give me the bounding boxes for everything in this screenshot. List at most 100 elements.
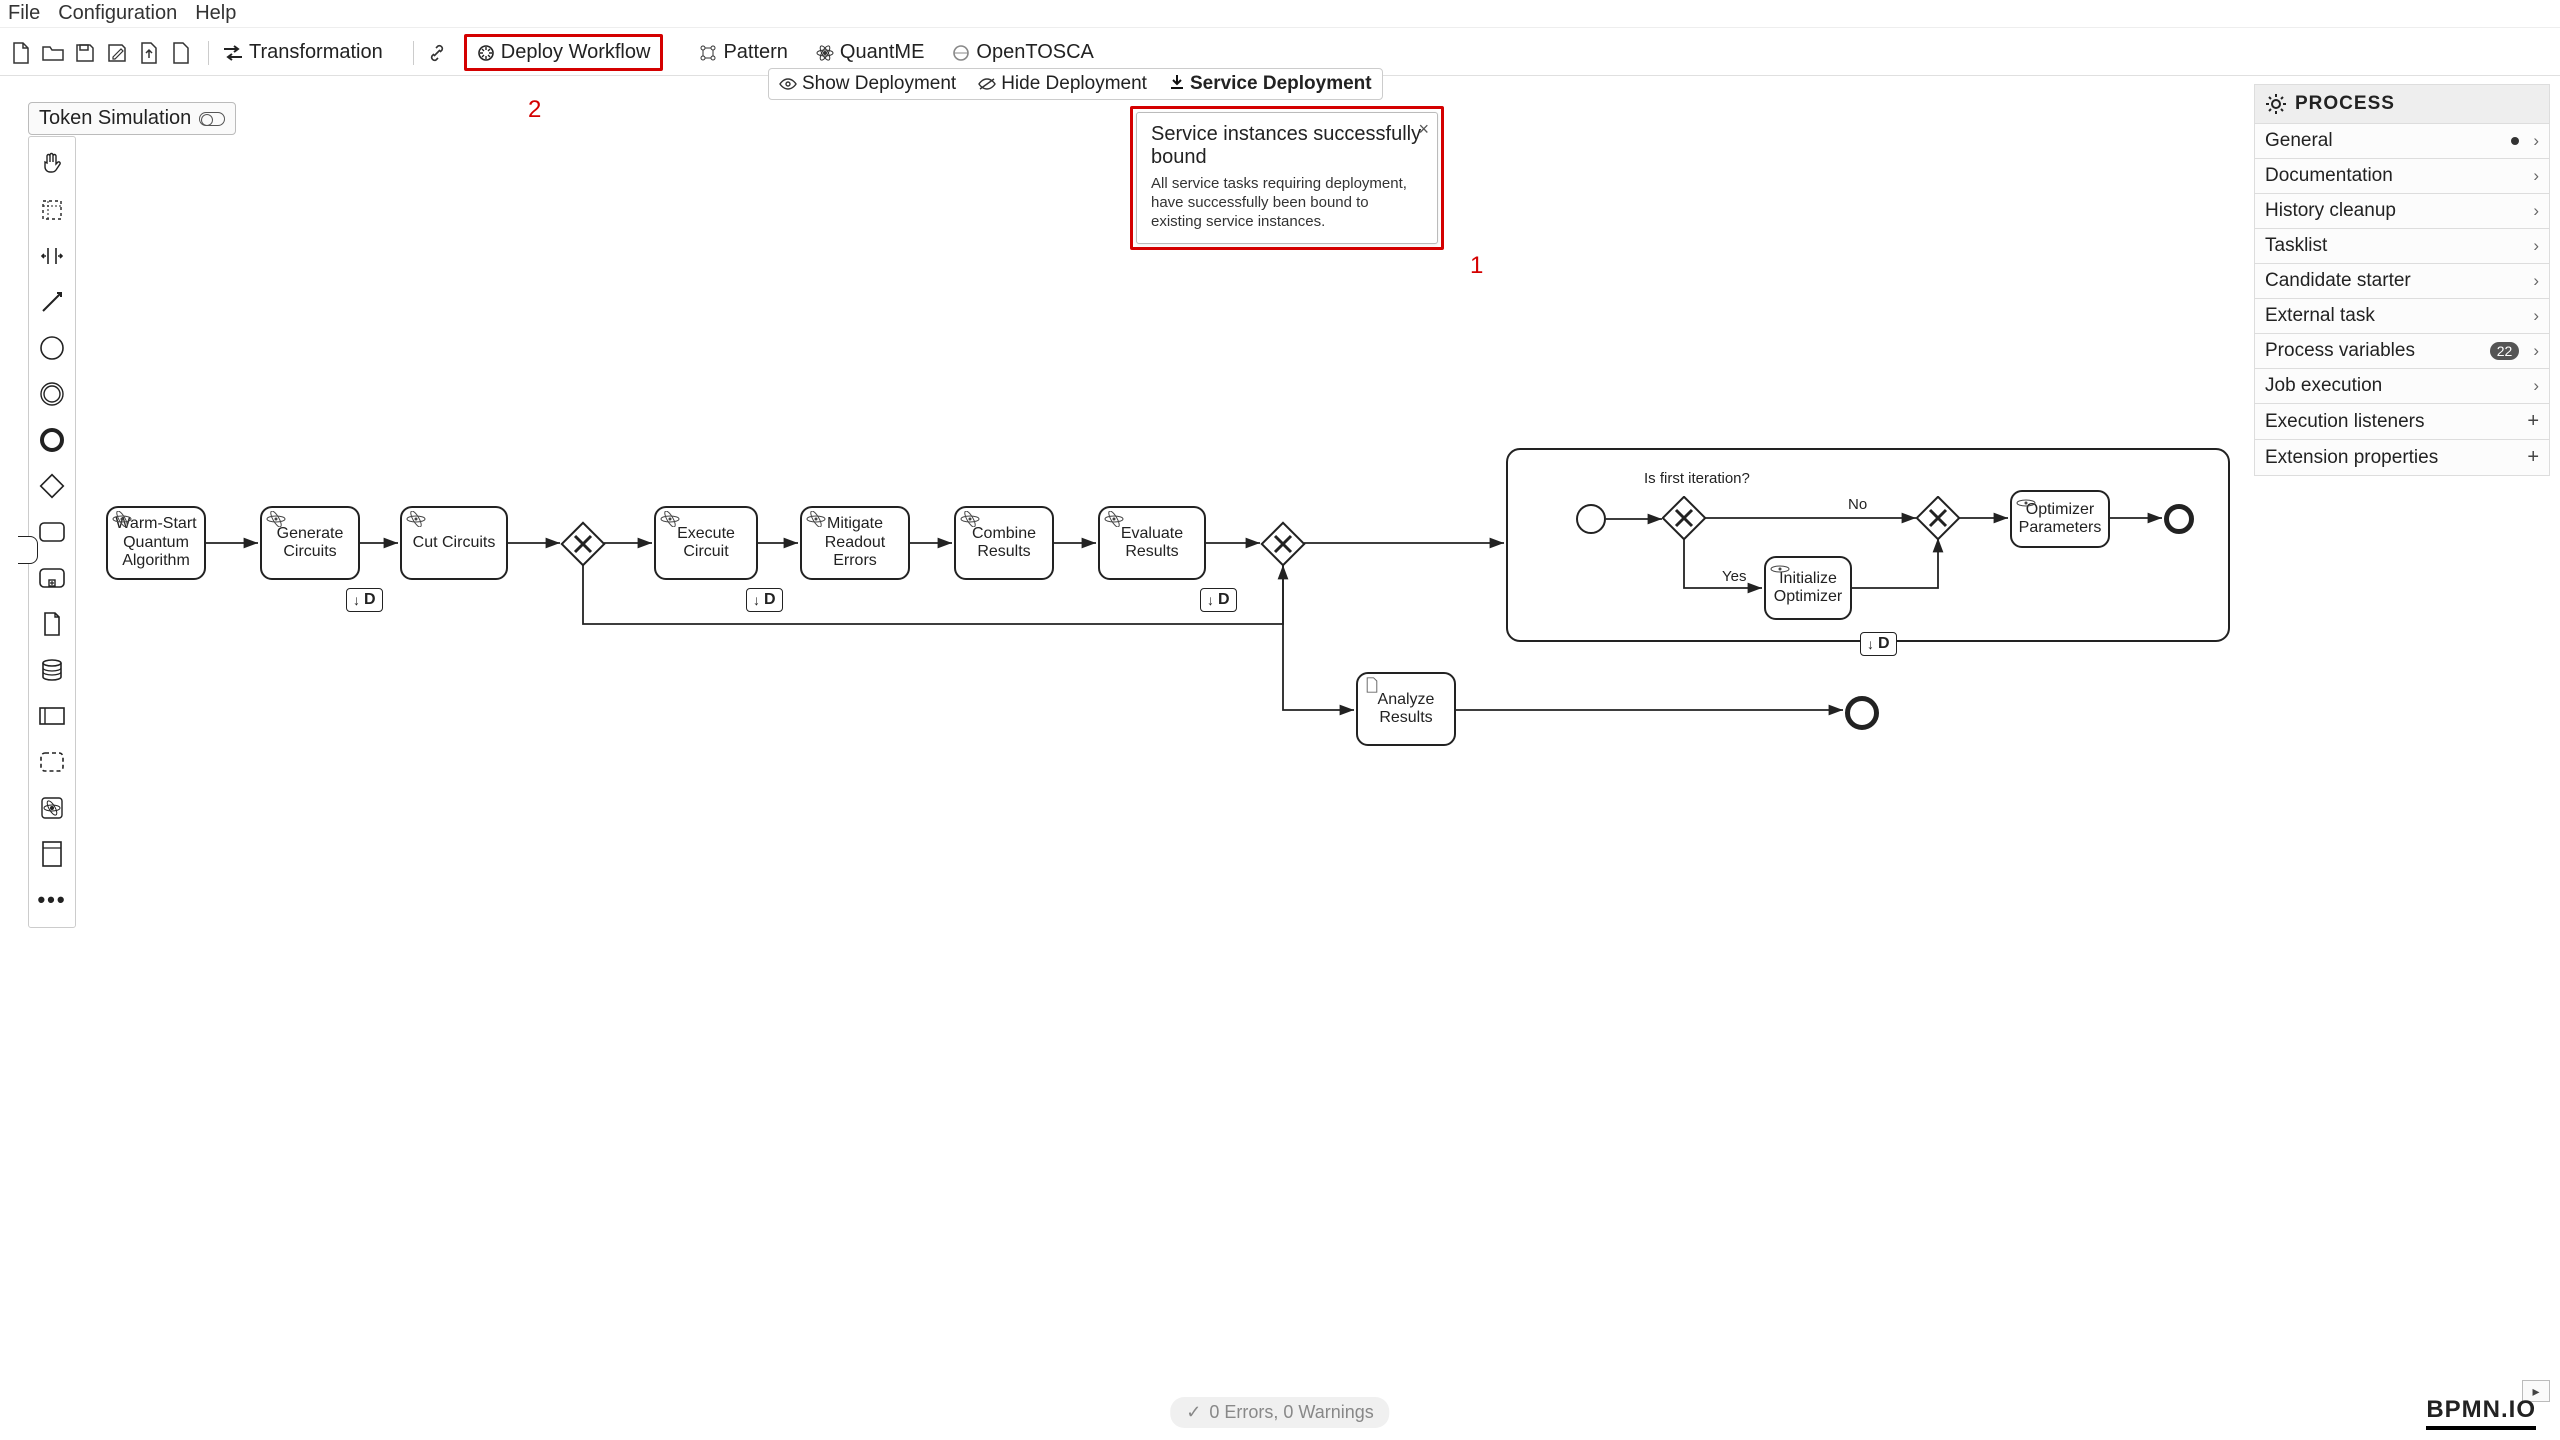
bpmn-io-logo[interactable]: BPMN.IO [2426, 1396, 2536, 1430]
modified-dot-icon [2511, 137, 2519, 145]
eye-off-icon [978, 74, 996, 95]
quantum-element-icon[interactable] [32, 788, 72, 828]
check-icon: ✓ [1186, 1402, 1201, 1423]
task-initialize-optimizer[interactable]: Initialize Optimizer [1764, 556, 1852, 620]
menu-file[interactable]: File [8, 2, 40, 25]
save-icon[interactable] [72, 40, 98, 66]
task-warm-start[interactable]: Warm-Start Quantum Algorithm [106, 506, 206, 580]
label-yes: Yes [1722, 568, 1746, 585]
task-analyze-results[interactable]: Analyze Results [1356, 672, 1456, 746]
deploy-workflow-button[interactable]: Deploy Workflow [464, 34, 664, 71]
token-simulation-toggle[interactable]: Token Simulation [28, 102, 236, 135]
annotation-2: 2 [528, 96, 541, 124]
task-icon[interactable] [32, 512, 72, 552]
prop-row-external[interactable]: External task › [2255, 298, 2549, 333]
task-generate-circuits[interactable]: Generate Circuits [260, 506, 360, 580]
deployment-badge-subprocess[interactable]: ↓D [1860, 632, 1897, 656]
quantum-marker-icon [659, 511, 681, 527]
deployment-badge-eval[interactable]: ↓D [1200, 588, 1237, 612]
chevron-right-icon: › [2533, 271, 2539, 291]
participant-icon[interactable] [32, 834, 72, 874]
plus-icon[interactable]: + [2527, 446, 2539, 469]
hand-tool-icon[interactable] [32, 144, 72, 184]
opentosca-button[interactable]: OpenTOSCA [946, 37, 1099, 68]
end-event-icon[interactable] [32, 420, 72, 460]
save-edit-icon[interactable] [104, 40, 130, 66]
notification-toast: × Service instances successfully bound A… [1136, 112, 1438, 244]
group-icon[interactable] [32, 742, 72, 782]
show-deployment-button[interactable]: Show Deployment [775, 71, 960, 97]
open-folder-icon[interactable] [40, 40, 66, 66]
intermediate-event-icon[interactable] [32, 374, 72, 414]
collapsed-lane-indicator[interactable] [18, 536, 38, 564]
gateway-isfirst[interactable] [1662, 496, 1706, 540]
gear-icon [2265, 93, 2287, 115]
deployment-subtoolbar: Show Deployment Hide Deployment Service … [768, 68, 1383, 100]
prop-row-candidate[interactable]: Candidate starter › [2255, 263, 2549, 298]
toolbar-separator-2 [413, 41, 414, 65]
chevron-right-icon: › [2533, 201, 2539, 221]
close-icon[interactable]: × [1418, 119, 1429, 140]
task-combine-results[interactable]: Combine Results [954, 506, 1054, 580]
prop-row-tasklist[interactable]: Tasklist › [2255, 228, 2549, 263]
quantme-button[interactable]: QuantME [810, 37, 930, 68]
more-tools-icon[interactable]: ••• [32, 880, 72, 920]
lasso-tool-icon[interactable] [32, 190, 72, 230]
pattern-button[interactable]: Pattern [693, 37, 793, 68]
toolbar-separator [208, 41, 209, 65]
upload-icon[interactable] [136, 40, 162, 66]
task-optimizer-params[interactable]: Optimizer Parameters [2010, 490, 2110, 548]
pool-icon[interactable] [32, 696, 72, 736]
document-marker-icon [1361, 677, 1383, 693]
chevron-right-icon: › [2533, 341, 2539, 361]
document-icon[interactable] [168, 40, 194, 66]
properties-panel: PROCESS General › Documentation › Histor… [2254, 84, 2550, 476]
new-file-icon[interactable] [8, 40, 34, 66]
status-bar[interactable]: ✓ 0 Errors, 0 Warnings [1170, 1397, 1389, 1428]
transformation-button[interactable]: Transformation [217, 37, 389, 68]
end-event-analyze[interactable] [1845, 696, 1879, 730]
link-icon-button[interactable] [422, 40, 458, 66]
prop-row-extprops[interactable]: Extension properties + [2255, 439, 2549, 475]
chevron-right-icon: › [2533, 131, 2539, 151]
task-mitigate-errors[interactable]: Mitigate Readout Errors [800, 506, 910, 580]
gateway-icon[interactable] [32, 466, 72, 506]
service-deployment-button[interactable]: Service Deployment [1165, 71, 1376, 97]
chevron-right-icon: › [2533, 166, 2539, 186]
task-evaluate-results[interactable]: Evaluate Results [1098, 506, 1206, 580]
chevron-right-icon: › [2533, 306, 2539, 326]
gateway-2[interactable] [1260, 521, 1306, 567]
menu-configuration[interactable]: Configuration [58, 2, 177, 25]
notification-title: Service instances successfully bound [1151, 123, 1423, 169]
data-object-icon[interactable] [32, 604, 72, 644]
prop-row-documentation[interactable]: Documentation › [2255, 158, 2549, 193]
subprocess-optimizer[interactable] [1506, 448, 2230, 642]
gateway-merge[interactable] [1916, 496, 1960, 540]
start-event-icon[interactable] [32, 328, 72, 368]
task-cut-circuits[interactable]: Cut Circuits [400, 506, 508, 580]
deployment-badge-gen[interactable]: ↓D [346, 588, 383, 612]
quantum-marker-icon [1103, 511, 1125, 527]
prop-row-execlisteners[interactable]: Execution listeners + [2255, 403, 2549, 439]
gateway-1[interactable] [560, 521, 606, 567]
prop-row-history[interactable]: History cleanup › [2255, 193, 2549, 228]
deployment-badge-exec[interactable]: ↓D [746, 588, 783, 612]
menu-help[interactable]: Help [195, 2, 236, 25]
toggle-icon [199, 112, 225, 126]
chevron-right-icon: › [2533, 236, 2539, 256]
subprocess-end-event[interactable] [2164, 504, 2194, 534]
prop-row-processvars[interactable]: Process variables 22› [2255, 333, 2549, 368]
quantum-marker-icon [1769, 561, 1791, 577]
prop-row-jobexec[interactable]: Job execution › [2255, 368, 2549, 403]
space-tool-icon[interactable] [32, 236, 72, 276]
connect-tool-icon[interactable] [32, 282, 72, 322]
element-palette: ••• [28, 136, 76, 928]
prop-row-general[interactable]: General › [2255, 123, 2549, 158]
plus-icon[interactable]: + [2527, 410, 2539, 433]
subprocess-icon[interactable] [32, 558, 72, 598]
quantum-marker-icon [959, 511, 981, 527]
data-store-icon[interactable] [32, 650, 72, 690]
subprocess-start-event[interactable] [1576, 504, 1606, 534]
hide-deployment-button[interactable]: Hide Deployment [974, 71, 1151, 97]
task-execute-circuit[interactable]: Execute Circuit [654, 506, 758, 580]
